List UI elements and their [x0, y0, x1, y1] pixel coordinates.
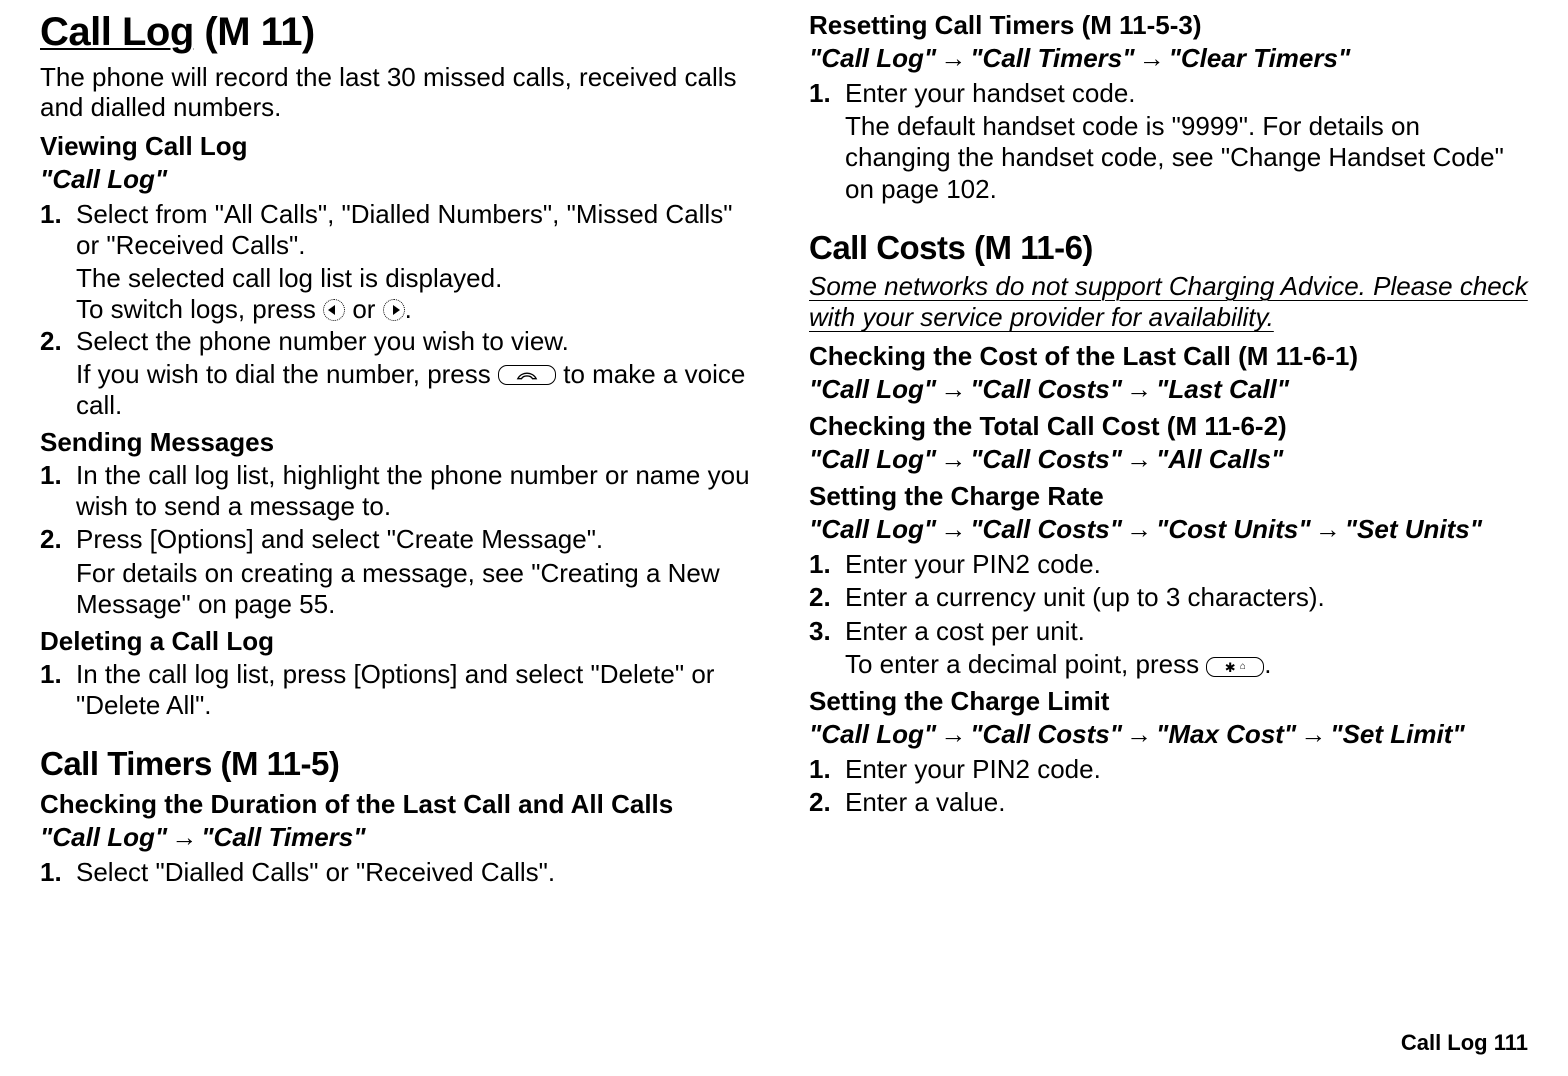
step: 1. Select "Dialled Calls" or "Received C…: [40, 857, 759, 888]
step-sub: To enter a decimal point, press ✱ ⌂.: [845, 649, 1528, 680]
call-key-icon: [498, 365, 556, 385]
arrow-icon: →: [1126, 719, 1152, 749]
step-sub: The default handset code is "9999". For …: [845, 111, 1528, 205]
step: 2. Enter a currency unit (up to 3 charac…: [809, 582, 1528, 613]
arrow-icon: →: [940, 444, 966, 474]
step: 1. Select from "All Calls", "Dialled Num…: [40, 199, 759, 261]
heading-viewing: Viewing Call Log: [40, 131, 759, 162]
heading-deleting: Deleting a Call Log: [40, 626, 759, 657]
heading-totalcost: Checking the Total Call Cost (M 11-6-2): [809, 411, 1528, 442]
page-footer: Call Log 111: [1401, 1030, 1528, 1056]
left-column: Call Log (M 11) The phone will record th…: [40, 10, 759, 891]
step-sub: For details on creating a message, see "…: [76, 558, 759, 620]
arrow-icon: →: [1126, 444, 1152, 474]
costs-note: Some networks do not support Charging Ad…: [809, 271, 1528, 333]
heading-lastcall: Checking the Cost of the Last Call (M 11…: [809, 341, 1528, 372]
nav-right-icon: [383, 299, 405, 321]
arrow-icon: →: [1315, 514, 1341, 544]
step: 1. In the call log list, highlight the p…: [40, 460, 759, 522]
arrow-icon: →: [940, 719, 966, 749]
arrow-icon: →: [1126, 374, 1152, 404]
page-title: Call Log (M 11): [40, 10, 759, 55]
heading-rate: Setting the Charge Rate: [809, 481, 1528, 512]
nav-call-timers: "Call Log"→"Call Timers": [40, 822, 759, 853]
star-key-icon: ✱ ⌂: [1206, 657, 1264, 677]
arrow-icon: →: [171, 822, 197, 852]
right-column: Resetting Call Timers (M 11-5-3) "Call L…: [809, 10, 1528, 891]
nav-left-icon: [323, 299, 345, 321]
arrow-icon: →: [1300, 719, 1326, 749]
heading-call-timers: Call Timers (M 11-5): [40, 745, 759, 783]
step: 1. Enter your PIN2 code.: [809, 549, 1528, 580]
arrow-icon: →: [1126, 514, 1152, 544]
heading-limit: Setting the Charge Limit: [809, 686, 1528, 717]
step-sub: The selected call log list is displayed.: [76, 263, 759, 294]
step-sub: To switch logs, press or .: [76, 294, 759, 325]
intro-text: The phone will record the last 30 missed…: [40, 63, 759, 123]
nav-totalcost: "Call Log"→"Call Costs"→"All Calls": [809, 444, 1528, 475]
step: 2. Press [Options] and select "Create Me…: [40, 524, 759, 555]
step: 1. In the call log list, press [Options]…: [40, 659, 759, 721]
arrow-icon: →: [940, 514, 966, 544]
heading-sending: Sending Messages: [40, 427, 759, 458]
arrow-icon: →: [940, 374, 966, 404]
nav-viewing: "Call Log": [40, 164, 759, 195]
nav-limit: "Call Log"→"Call Costs"→"Max Cost"→"Set …: [809, 719, 1528, 750]
heading-resetting: Resetting Call Timers (M 11-5-3): [809, 10, 1528, 41]
heading-call-costs: Call Costs (M 11-6): [809, 229, 1528, 267]
nav-lastcall: "Call Log"→"Call Costs"→"Last Call": [809, 374, 1528, 405]
arrow-icon: →: [940, 43, 966, 73]
step: 2. Select the phone number you wish to v…: [40, 326, 759, 357]
arrow-icon: →: [1139, 43, 1165, 73]
heading-checking-duration: Checking the Duration of the Last Call a…: [40, 789, 759, 820]
step: 1. Enter your handset code.: [809, 78, 1528, 109]
step: 3. Enter a cost per unit.: [809, 616, 1528, 647]
nav-reset: "Call Log"→"Call Timers"→"Clear Timers": [809, 43, 1528, 74]
step: 2. Enter a value.: [809, 787, 1528, 818]
step-sub: If you wish to dial the number, press to…: [76, 359, 759, 421]
step: 1. Enter your PIN2 code.: [809, 754, 1528, 785]
nav-rate: "Call Log"→"Call Costs"→"Cost Units"→"Se…: [809, 514, 1528, 545]
